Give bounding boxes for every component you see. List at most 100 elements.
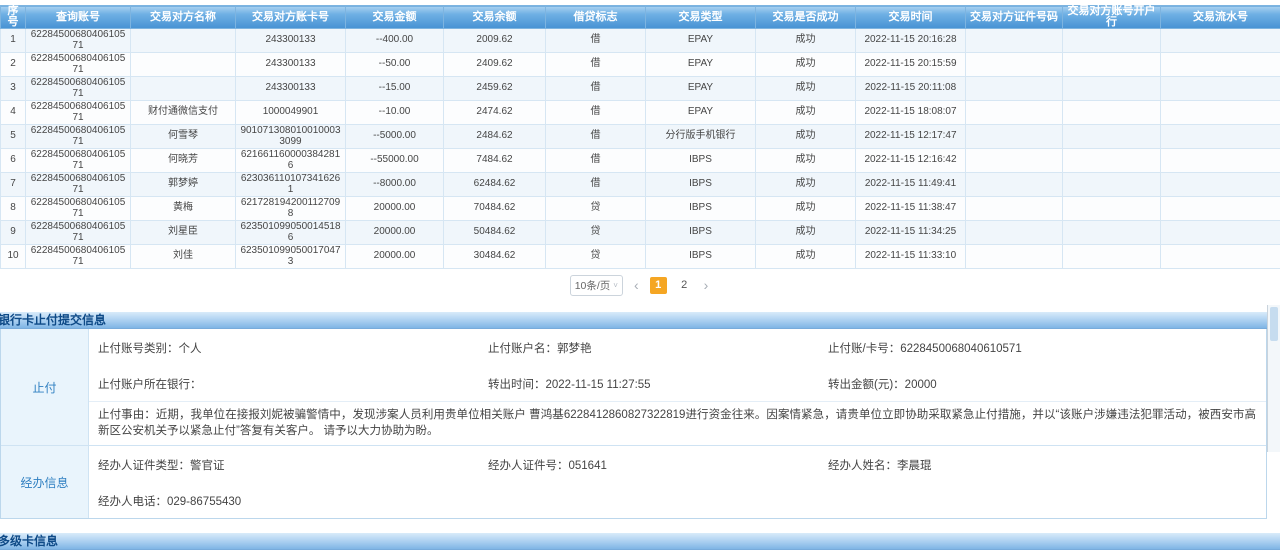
table-cell: --55000.00 [346, 149, 444, 173]
table-cell [1161, 125, 1280, 149]
table-cell: IBPS [646, 221, 756, 245]
table-cell: 借 [546, 53, 646, 77]
table-cell [1063, 29, 1161, 53]
table-cell: 30484.62 [444, 245, 546, 269]
table-cell: 5 [1, 125, 26, 149]
table-cell: 成功 [756, 197, 856, 221]
table-cell: 2022-11-15 11:49:41 [856, 173, 966, 197]
table-cell: 成功 [756, 101, 856, 125]
table-cell [966, 125, 1063, 149]
page-button-2[interactable]: 2 [676, 277, 693, 294]
column-header: 交易时间 [856, 6, 966, 29]
table-cell: 3 [1, 77, 26, 101]
table-cell: 黄梅 [131, 197, 236, 221]
table-cell [1161, 173, 1280, 197]
table-cell: 刘星臣 [131, 221, 236, 245]
table-cell: 6217281942001127098 [236, 197, 346, 221]
handler-fields: 经办人证件类型：警官证 经办人证件号：051641 经办人姓名：李晨琨 经办人电… [89, 446, 1266, 518]
table-cell: 贷 [546, 245, 646, 269]
table-cell: 8 [1, 197, 26, 221]
column-header: 交易金额 [346, 6, 444, 29]
table-row: 36228450068040610571243300133--15.002459… [1, 77, 1280, 101]
table-cell: 2459.62 [444, 77, 546, 101]
table-cell: 何晓芳 [131, 149, 236, 173]
table-cell: EPAY [646, 29, 756, 53]
table-cell: 贷 [546, 197, 646, 221]
table-cell: 7 [1, 173, 26, 197]
field-account-type: 止付账号类别：个人 [98, 340, 488, 356]
table-cell: 10 [1, 245, 26, 269]
field-handler-phone: 经办人电话：029-86755430 [98, 493, 488, 509]
table-cell [966, 173, 1063, 197]
column-header: 序号 [1, 6, 26, 29]
table-cell: 6228450068040610571 [26, 197, 131, 221]
table-row: 66228450068040610571何晓芳62166116000038428… [1, 149, 1280, 173]
table-cell: --15.00 [346, 77, 444, 101]
table-cell: 2009.62 [444, 29, 546, 53]
chevron-left-icon[interactable]: ‹ [632, 278, 641, 292]
table-cell: 20000.00 [346, 245, 444, 269]
table-cell [1063, 173, 1161, 197]
table-cell: 2022-11-15 18:08:07 [856, 101, 966, 125]
table-cell: EPAY [646, 101, 756, 125]
table-cell [1063, 101, 1161, 125]
table-cell [966, 149, 1063, 173]
transactions-table: 序号查询账号交易对方名称交易对方账卡号交易金额交易余额借贷标志交易类型交易是否成… [0, 5, 1280, 269]
field-transfer-time: 转出时间：2022-11-15 11:27:55 [488, 376, 828, 392]
table-cell: EPAY [646, 77, 756, 101]
table-cell: 2474.62 [444, 101, 546, 125]
table-cell: 70484.62 [444, 197, 546, 221]
table-cell [966, 101, 1063, 125]
table-cell [1161, 197, 1280, 221]
multicard-title-text: 多级卡信息 [0, 533, 58, 549]
page-size-select[interactable]: 10条/页 ˅ [570, 275, 623, 296]
table-cell: 6230361101073416261 [236, 173, 346, 197]
column-header: 交易对方账号开户行 [1063, 6, 1161, 29]
table-cell: 分行版手机银行 [646, 125, 756, 149]
page-button-1[interactable]: 1 [650, 277, 667, 294]
field-handler-id-number: 经办人证件号：051641 [488, 457, 828, 473]
column-header: 交易是否成功 [756, 6, 856, 29]
table-cell: 243300133 [236, 29, 346, 53]
stop-reason-text: 止付事由：近期，我单位在接报刘妮被骗警情中，发现涉案人员利用贵单位相关账户 曹鸿… [89, 401, 1266, 445]
table-cell: 成功 [756, 245, 856, 269]
table-cell: 何雪琴 [131, 125, 236, 149]
stop-section: 止付 止付账号类别：个人 止付账户名：郭梦艳 止付账/卡号：6228450068… [1, 329, 1266, 445]
table-cell: 成功 [756, 221, 856, 245]
table-cell: 借 [546, 173, 646, 197]
table-cell: 20000.00 [346, 221, 444, 245]
table-cell: 6228450068040610571 [26, 173, 131, 197]
vertical-scrollbar[interactable] [1267, 305, 1280, 452]
table-cell: 243300133 [236, 53, 346, 77]
column-header: 交易对方账卡号 [236, 6, 346, 29]
table-cell: 2022-11-15 12:16:42 [856, 149, 966, 173]
table-cell: 贷 [546, 221, 646, 245]
table-cell [1063, 221, 1161, 245]
table-cell [966, 77, 1063, 101]
table-cell: 2022-11-15 12:17:47 [856, 125, 966, 149]
handler-section: 经办信息 经办人证件类型：警官证 经办人证件号：051641 经办人姓名：李晨琨… [1, 445, 1266, 518]
field-handler-id-type: 经办人证件类型：警官证 [98, 457, 488, 473]
table-cell: 成功 [756, 53, 856, 77]
table-cell: 2022-11-15 11:38:47 [856, 197, 966, 221]
stop-panel-title-text: 银行卡止付提交信息 [0, 312, 106, 328]
field-handler-name: 经办人姓名：李晨琨 [828, 457, 1266, 473]
table-cell [131, 77, 236, 101]
column-header: 借贷标志 [546, 6, 646, 29]
table-cell: 6228450068040610571 [26, 101, 131, 125]
column-header: 交易对方证件号码 [966, 6, 1063, 29]
table-cell: 借 [546, 77, 646, 101]
table-cell: EPAY [646, 53, 756, 77]
table-row: 26228450068040610571243300133--50.002409… [1, 53, 1280, 77]
chevron-right-icon[interactable]: › [702, 278, 711, 292]
table-cell: 借 [546, 29, 646, 53]
table-cell: 2022-11-15 20:11:08 [856, 77, 966, 101]
table-cell: 243300133 [236, 77, 346, 101]
table-cell [1161, 29, 1280, 53]
stop-panel: 止付 止付账号类别：个人 止付账户名：郭梦艳 止付账/卡号：6228450068… [0, 329, 1267, 519]
table-cell: 借 [546, 125, 646, 149]
table-row: 86228450068040610571黄梅621728194200112709… [1, 197, 1280, 221]
table-cell: 财付通微信支付 [131, 101, 236, 125]
table-cell: --50.00 [346, 53, 444, 77]
scrollbar-thumb[interactable] [1270, 307, 1278, 341]
